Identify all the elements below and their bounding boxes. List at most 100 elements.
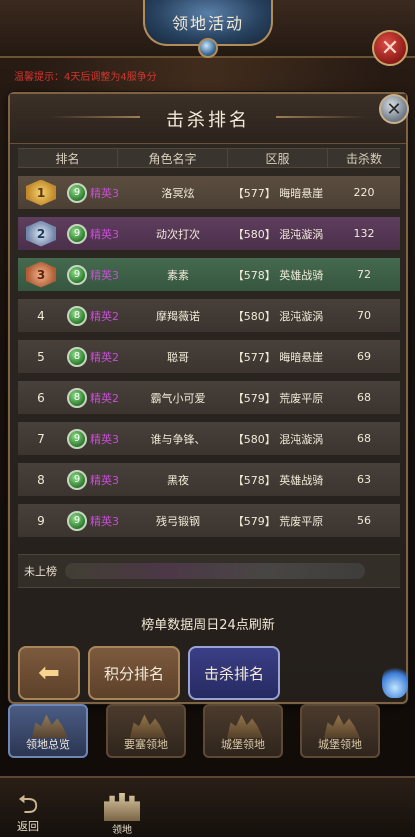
unranked-label: 未上榜 bbox=[24, 565, 57, 578]
ranking-list: 1 9 精英3 洛冥炫 【577】 晦暗悬崖 220 2 9 精英3 动次打次 … bbox=[18, 176, 400, 545]
header-ornament-right bbox=[276, 116, 366, 118]
player-name: 聪哥 bbox=[167, 350, 189, 364]
level-badge: 9 bbox=[67, 510, 87, 531]
tier-label: 精英3 bbox=[90, 514, 119, 528]
level-badge: 9 bbox=[67, 182, 87, 203]
kill-count: 63 bbox=[357, 473, 371, 486]
tier-label: 精英3 bbox=[90, 227, 119, 241]
refresh-note: 榜单数据周日24点刷新 bbox=[141, 618, 275, 633]
tab-castle-territory-1[interactable]: 城堡领地 bbox=[203, 704, 283, 758]
tier-label: 精英2 bbox=[90, 350, 119, 364]
server-name: 【579】 荒废平原 bbox=[232, 391, 324, 405]
level-badge: 9 bbox=[67, 469, 87, 490]
nav-back-button[interactable]: ⮌ 返回 bbox=[4, 784, 52, 834]
tier-label: 精英2 bbox=[90, 309, 119, 323]
my-rank-row: 未上榜 bbox=[18, 554, 400, 588]
score-ranking-button[interactable]: 积分排名 bbox=[88, 646, 180, 700]
level-badge: 8 bbox=[67, 305, 87, 326]
level-badge: 8 bbox=[67, 346, 87, 367]
level-badge: 9 bbox=[67, 264, 87, 285]
table-row: 2 9 精英3 动次打次 【580】 混沌漩涡 132 bbox=[18, 217, 400, 250]
dialog-close-button[interactable]: ✕ bbox=[379, 94, 409, 124]
kill-count: 68 bbox=[357, 432, 371, 445]
server-name: 【580】 混沌漩涡 bbox=[232, 227, 324, 241]
tab-territory-overview[interactable]: 领地总览 bbox=[8, 704, 88, 758]
server-name: 【578】 英雄战骑 bbox=[232, 268, 324, 282]
level-badge: 8 bbox=[67, 387, 87, 408]
server-name: 【577】 晦暗悬崖 bbox=[232, 186, 324, 200]
player-name: 黑夜 bbox=[167, 473, 189, 487]
server-name: 【580】 混沌漩涡 bbox=[232, 309, 324, 323]
territory-emblem-icon bbox=[32, 714, 68, 738]
table-row: 8 9 精英3 黑夜 【578】 英雄战骑 63 bbox=[18, 463, 400, 496]
territory-tabs: 领地总览 要塞领地 城堡领地 城堡领地 bbox=[0, 704, 415, 764]
tier-label: 精英3 bbox=[90, 473, 119, 487]
back-arrow-button[interactable]: ⬅ bbox=[18, 646, 80, 700]
tier-label: 精英3 bbox=[90, 432, 119, 446]
table-row: 5 8 精英2 聪哥 【577】 晦暗悬崖 69 bbox=[18, 340, 400, 373]
rank-number: 7 bbox=[37, 431, 45, 446]
level-badge: 9 bbox=[67, 223, 87, 244]
fortress-icon bbox=[130, 714, 166, 738]
kill-count: 68 bbox=[357, 391, 371, 404]
rank-number: 5 bbox=[37, 349, 45, 364]
kill-count: 220 bbox=[353, 186, 375, 199]
dialog-title: 击杀排名 bbox=[166, 109, 250, 131]
header-ornament-left bbox=[50, 116, 140, 118]
table-row: 9 9 精英3 残弓锻钢 【579】 荒废平原 56 bbox=[18, 504, 400, 537]
dialog-button-row: ⬅ 积分排名 击杀排名 bbox=[18, 646, 400, 702]
hint-text: 温馨提示：4天后调整为4服争分 bbox=[14, 72, 157, 83]
close-activity-button[interactable]: ✕ bbox=[372, 30, 408, 66]
rank-number: 4 bbox=[37, 308, 45, 323]
nav-territory-label: 领地 bbox=[112, 825, 132, 836]
blurred-player-info bbox=[65, 563, 365, 579]
player-name: 摩羯薇诺 bbox=[156, 309, 200, 323]
kill-ranking-dialog: 击杀排名 ✕ 排名 角色名字 区服 击杀数 1 9 精英3 洛冥炫 【577】 … bbox=[8, 92, 409, 704]
column-kills: 击杀数 bbox=[345, 151, 382, 166]
server-name: 【577】 晦暗悬崖 bbox=[232, 350, 324, 364]
tier-label: 精英3 bbox=[90, 268, 119, 282]
return-arrow-icon: ⮌ bbox=[17, 790, 39, 820]
tab-castle-territory-2[interactable]: 城堡领地 bbox=[300, 704, 380, 758]
nav-back-label: 返回 bbox=[17, 820, 39, 833]
kill-count: 70 bbox=[357, 309, 371, 322]
kill-count: 56 bbox=[357, 514, 371, 527]
castle-icon bbox=[104, 793, 140, 821]
table-header: 排名 角色名字 区服 击杀数 bbox=[18, 148, 400, 168]
nav-territory-button[interactable]: 领地 bbox=[96, 780, 148, 836]
server-name: 【579】 荒废平原 bbox=[232, 514, 324, 528]
kill-count: 132 bbox=[353, 227, 375, 240]
kill-ranking-button[interactable]: 击杀排名 bbox=[188, 646, 280, 700]
server-name: 【578】 英雄战骑 bbox=[232, 473, 324, 487]
blue-flame-icon bbox=[382, 664, 408, 698]
column-server: 区服 bbox=[228, 149, 328, 167]
tier-label: 精英3 bbox=[90, 186, 119, 200]
kill-count: 69 bbox=[357, 350, 371, 363]
table-row: 1 9 精英3 洛冥炫 【577】 晦暗悬崖 220 bbox=[18, 176, 400, 209]
rank-number: 9 bbox=[37, 513, 45, 528]
player-name: 动次打次 bbox=[156, 227, 200, 241]
player-name: 素素 bbox=[167, 268, 189, 282]
table-row: 3 9 精英3 素素 【578】 英雄战骑 72 bbox=[18, 258, 400, 291]
rank-number: 8 bbox=[37, 472, 45, 487]
player-name: 霸气小可爱 bbox=[150, 391, 206, 405]
dialog-header: 击杀排名 bbox=[10, 94, 406, 144]
table-row: 4 8 精英2 摩羯薇诺 【580】 混沌漩涡 70 bbox=[18, 299, 400, 332]
tab-label: 领地总览 bbox=[26, 738, 70, 751]
player-name: 洛冥炫 bbox=[161, 186, 195, 200]
level-badge: 9 bbox=[67, 428, 87, 449]
table-row: 7 9 精英3 谁与争锋、 【580】 混沌漩涡 68 bbox=[18, 422, 400, 455]
tab-label: 要塞领地 bbox=[124, 738, 168, 751]
column-rank: 排名 bbox=[18, 149, 118, 167]
server-name: 【580】 混沌漩涡 bbox=[232, 432, 324, 446]
tab-label: 城堡领地 bbox=[318, 738, 362, 751]
castle-icon bbox=[227, 714, 263, 738]
tab-fortress-territory[interactable]: 要塞领地 bbox=[106, 704, 186, 758]
tab-label: 城堡领地 bbox=[221, 738, 265, 751]
table-row: 6 8 精英2 霸气小可爱 【579】 荒废平原 68 bbox=[18, 381, 400, 414]
tier-label: 精英2 bbox=[90, 391, 119, 405]
rank-number: 6 bbox=[37, 390, 45, 405]
title-gem-icon bbox=[198, 38, 218, 58]
player-name: 谁与争锋、 bbox=[150, 432, 206, 446]
gold-medal-icon: 1 bbox=[26, 179, 56, 206]
